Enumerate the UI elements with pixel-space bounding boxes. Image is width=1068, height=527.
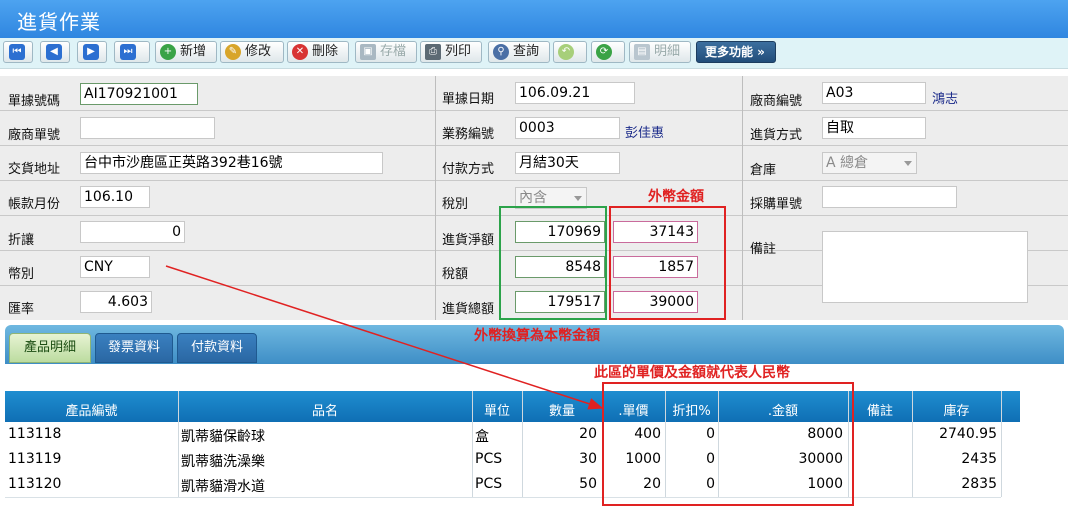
annotation-arrow xyxy=(165,265,604,410)
